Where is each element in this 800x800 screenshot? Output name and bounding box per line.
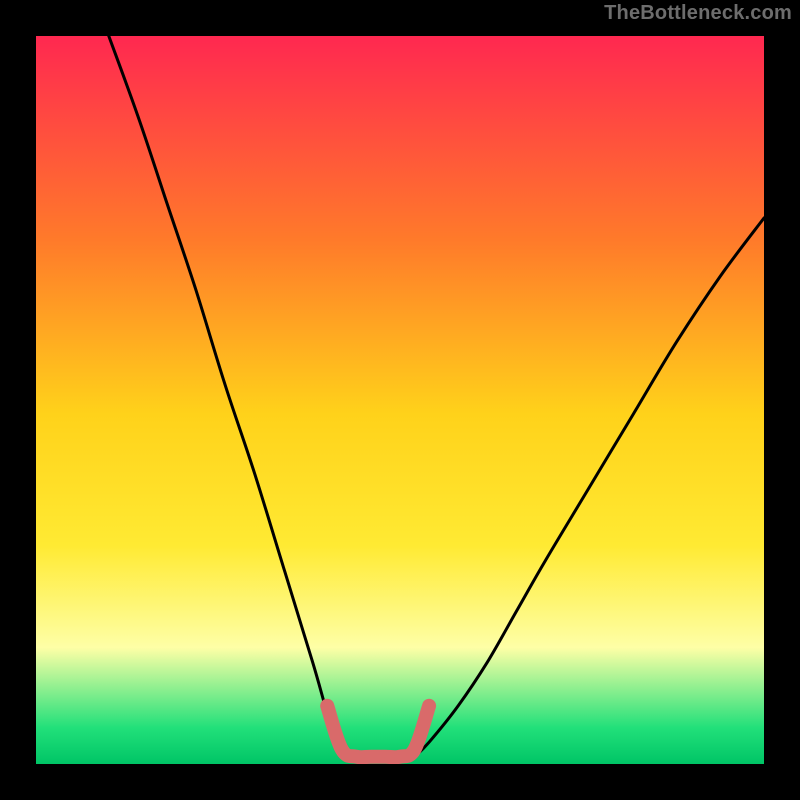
watermark-text: TheBottleneck.com	[604, 2, 792, 25]
plot-area	[36, 36, 764, 764]
plot-svg	[36, 36, 764, 764]
gradient-background	[36, 36, 764, 764]
chart-canvas: TheBottleneck.com	[0, 0, 800, 800]
